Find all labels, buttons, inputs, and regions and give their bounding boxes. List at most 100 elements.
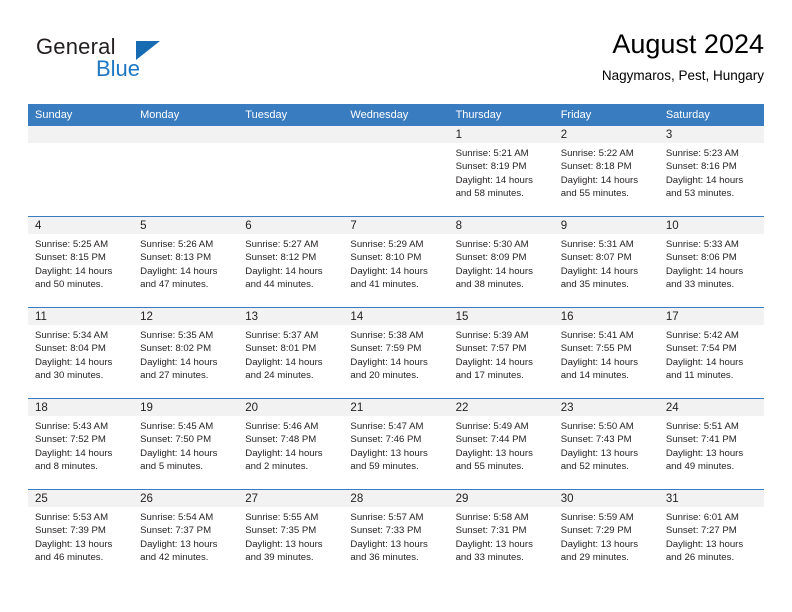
day-number: 8: [448, 217, 554, 234]
calendar-day-cell[interactable]: 9 Sunrise: 5:31 AM Sunset: 8:07 PM Daylight…: [553, 216, 659, 308]
sunset-text: Sunset: 7:59 PM: [350, 343, 422, 355]
day-number: 28: [343, 490, 449, 507]
calendar-day-cell[interactable]: 14 Sunrise: 5:38 AM Sunset: 7:59 PM Dayligh…: [343, 307, 449, 399]
sunrise-text: Sunrise: 5:27 AM: [245, 239, 319, 250]
day-details: Sunrise: 5:34 AM Sunset: 8:04 PM Daylight:…: [28, 325, 133, 383]
calendar-day-cell[interactable]: 26 Sunrise: 5:54 AM Sunset: 7:37 PM Dayligh…: [133, 489, 239, 580]
calendar-day-cell[interactable]: 13 Sunrise: 5:37 AM Sunset: 8:01 PM Dayligh…: [238, 307, 344, 399]
day-number: 4: [28, 217, 134, 234]
sunrise-text: Sunrise: 5:57 AM: [350, 512, 424, 523]
calendar-day-cell[interactable]: 22 Sunrise: 5:49 AM Sunset: 7:44 PM Dayligh…: [448, 398, 554, 490]
calendar-day-cell[interactable]: 4 Sunrise: 5:25 AM Sunset: 8:15 PM Daylight…: [28, 216, 134, 308]
page-title: August 2024: [612, 29, 764, 59]
calendar-day-cell[interactable]: 24 Sunrise: 5:51 AM Sunset: 7:41 PM Dayligh…: [658, 398, 764, 490]
calendar-day-cell[interactable]: 11 Sunrise: 5:34 AM Sunset: 8:04 PM Dayligh…: [28, 307, 134, 399]
day-number: [133, 126, 239, 143]
daylight-text: Daylight: 14 hours and 14 minutes.: [560, 356, 639, 382]
day-number: 5: [133, 217, 239, 234]
sunrise-text: Sunrise: 5:51 AM: [665, 421, 739, 432]
calendar-week-row: 1 Sunrise: 5:21 AM Sunset: 8:19 PM Daylight…: [28, 126, 764, 217]
sunset-text: Sunset: 7:39 PM: [35, 525, 106, 537]
day-details: Sunrise: 5:50 AM Sunset: 7:43 PM Daylight:…: [554, 416, 659, 474]
daylight-text: Daylight: 14 hours and 35 minutes.: [560, 265, 639, 291]
daylight-text: Daylight: 13 hours and 49 minutes.: [665, 447, 744, 473]
day-number: 14: [343, 308, 449, 325]
sunrise-text: Sunrise: 5:35 AM: [140, 330, 214, 341]
day-number: 31: [658, 490, 764, 507]
calendar-week-row: 25 Sunrise: 5:53 AM Sunset: 7:39 PM Dayligh…: [28, 489, 764, 580]
sunset-text: Sunset: 7:29 PM: [560, 525, 632, 537]
sunset-text: Sunset: 7:33 PM: [350, 525, 422, 537]
calendar-day-cell[interactable]: 19 Sunrise: 5:45 AM Sunset: 7:50 PM Dayligh…: [133, 398, 239, 490]
day-number: 18: [28, 399, 134, 416]
day-details: Sunrise: 5:22 AM Sunset: 8:18 PM Daylight:…: [554, 143, 659, 201]
sunrise-text: Sunrise: 5:26 AM: [140, 239, 214, 250]
calendar-day-cell[interactable]: 28 Sunrise: 5:57 AM Sunset: 7:33 PM Dayligh…: [343, 489, 449, 580]
sunrise-text: Sunrise: 5:38 AM: [350, 330, 424, 341]
sunrise-text: Sunrise: 5:25 AM: [35, 239, 109, 250]
calendar-day-cell[interactable]: 29 Sunrise: 5:58 AM Sunset: 7:31 PM Dayligh…: [448, 489, 554, 580]
sunset-text: Sunset: 8:02 PM: [140, 343, 212, 355]
calendar-day-cell[interactable]: 15 Sunrise: 5:39 AM Sunset: 7:57 PM Dayligh…: [448, 307, 554, 399]
calendar-day-cell[interactable]: 8 Sunrise: 5:30 AM Sunset: 8:09 PM Daylight…: [448, 216, 554, 308]
calendar-day-cell[interactable]: 31 Sunrise: 6:01 AM Sunset: 7:27 PM Dayligh…: [658, 489, 764, 580]
calendar-day-cell[interactable]: 1 Sunrise: 5:21 AM Sunset: 8:19 PM Daylight…: [448, 126, 554, 217]
weekday-header-thursday: Thursday: [448, 104, 554, 126]
sunrise-text: Sunrise: 5:39 AM: [455, 330, 529, 341]
calendar-day-cell[interactable]: 21 Sunrise: 5:47 AM Sunset: 7:46 PM Dayligh…: [343, 398, 449, 490]
calendar-day-cell[interactable]: 18 Sunrise: 5:43 AM Sunset: 7:52 PM Dayligh…: [28, 398, 134, 490]
calendar-day-cell[interactable]: 10 Sunrise: 5:33 AM Sunset: 8:06 PM Dayligh…: [658, 216, 764, 308]
day-details: Sunrise: 5:55 AM Sunset: 7:35 PM Daylight:…: [238, 507, 343, 565]
day-number: 27: [238, 490, 344, 507]
sunset-text: Sunset: 8:01 PM: [245, 343, 317, 355]
daylight-text: Daylight: 14 hours and 55 minutes.: [560, 174, 639, 200]
calendar-body: 1 Sunrise: 5:21 AM Sunset: 8:19 PM Daylight…: [28, 126, 764, 580]
calendar-day-cell[interactable]: 2 Sunrise: 5:22 AM Sunset: 8:18 PM Daylight…: [553, 126, 659, 217]
sunrise-text: Sunrise: 5:53 AM: [35, 512, 109, 523]
calendar-day-cell[interactable]: 7 Sunrise: 5:29 AM Sunset: 8:10 PM Daylight…: [343, 216, 449, 308]
day-number: 6: [238, 217, 344, 234]
sunrise-text: Sunrise: 5:46 AM: [245, 421, 319, 432]
weekday-header-row: Sunday Monday Tuesday Wednesday Thursday…: [28, 104, 764, 126]
day-number: 2: [553, 126, 659, 143]
sunset-text: Sunset: 8:12 PM: [245, 252, 317, 264]
day-details: Sunrise: 5:29 AM Sunset: 8:10 PM Daylight:…: [343, 234, 448, 292]
daylight-text: Daylight: 14 hours and 5 minutes.: [140, 447, 218, 473]
day-details: Sunrise: 5:39 AM Sunset: 7:57 PM Daylight:…: [449, 325, 554, 383]
day-details: Sunrise: 5:31 AM Sunset: 8:07 PM Daylight:…: [554, 234, 659, 292]
calendar-day-cell[interactable]: 23 Sunrise: 5:50 AM Sunset: 7:43 PM Dayligh…: [553, 398, 659, 490]
calendar-page: General Blue August 2024 Nagymaros, Pest…: [0, 0, 792, 612]
calendar-day-cell[interactable]: 25 Sunrise: 5:53 AM Sunset: 7:39 PM Dayligh…: [28, 489, 134, 580]
day-number: 17: [658, 308, 764, 325]
daylight-text: Daylight: 14 hours and 58 minutes.: [455, 174, 533, 200]
calendar-day-cell[interactable]: 5 Sunrise: 5:26 AM Sunset: 8:13 PM Daylight…: [133, 216, 239, 308]
sunrise-text: Sunrise: 5:47 AM: [350, 421, 424, 432]
daylight-text: Daylight: 14 hours and 27 minutes.: [140, 356, 218, 382]
daylight-text: Daylight: 14 hours and 41 minutes.: [350, 265, 428, 291]
sunrise-text: Sunrise: 5:59 AM: [560, 512, 634, 523]
day-details: Sunrise: 5:37 AM Sunset: 8:01 PM Daylight:…: [238, 325, 343, 383]
sunset-text: Sunset: 7:48 PM: [245, 434, 317, 446]
day-details: Sunrise: 5:25 AM Sunset: 8:15 PM Daylight:…: [28, 234, 133, 292]
day-details: Sunrise: 5:49 AM Sunset: 7:44 PM Daylight:…: [449, 416, 554, 474]
sunset-text: Sunset: 8:10 PM: [350, 252, 422, 264]
weekday-header-monday: Monday: [133, 104, 239, 126]
calendar-day-cell-empty: [28, 126, 134, 217]
calendar-day-cell[interactable]: 27 Sunrise: 5:55 AM Sunset: 7:35 PM Dayligh…: [238, 489, 344, 580]
calendar-day-cell[interactable]: 17 Sunrise: 5:42 AM Sunset: 7:54 PM Dayligh…: [658, 307, 764, 399]
day-number: 26: [133, 490, 239, 507]
calendar-day-cell[interactable]: 6 Sunrise: 5:27 AM Sunset: 8:12 PM Daylight…: [238, 216, 344, 308]
sunset-text: Sunset: 8:19 PM: [455, 161, 527, 173]
general-blue-logo[interactable]: General Blue: [36, 34, 216, 90]
sunrise-text: Sunrise: 5:45 AM: [140, 421, 214, 432]
sunset-text: Sunset: 7:35 PM: [245, 525, 317, 537]
calendar-day-cell[interactable]: 20 Sunrise: 5:46 AM Sunset: 7:48 PM Dayligh…: [238, 398, 344, 490]
daylight-text: Daylight: 14 hours and 53 minutes.: [665, 174, 744, 200]
day-number: 20: [238, 399, 344, 416]
calendar-day-cell[interactable]: 12 Sunrise: 5:35 AM Sunset: 8:02 PM Dayligh…: [133, 307, 239, 399]
calendar-day-cell[interactable]: 16 Sunrise: 5:41 AM Sunset: 7:55 PM Dayligh…: [553, 307, 659, 399]
day-number: 30: [553, 490, 659, 507]
calendar-day-cell[interactable]: 3 Sunrise: 5:23 AM Sunset: 8:16 PM Daylight…: [658, 126, 764, 217]
calendar-day-cell[interactable]: 30 Sunrise: 5:59 AM Sunset: 7:29 PM Dayligh…: [553, 489, 659, 580]
day-details: Sunrise: 5:53 AM Sunset: 7:39 PM Daylight:…: [28, 507, 133, 565]
